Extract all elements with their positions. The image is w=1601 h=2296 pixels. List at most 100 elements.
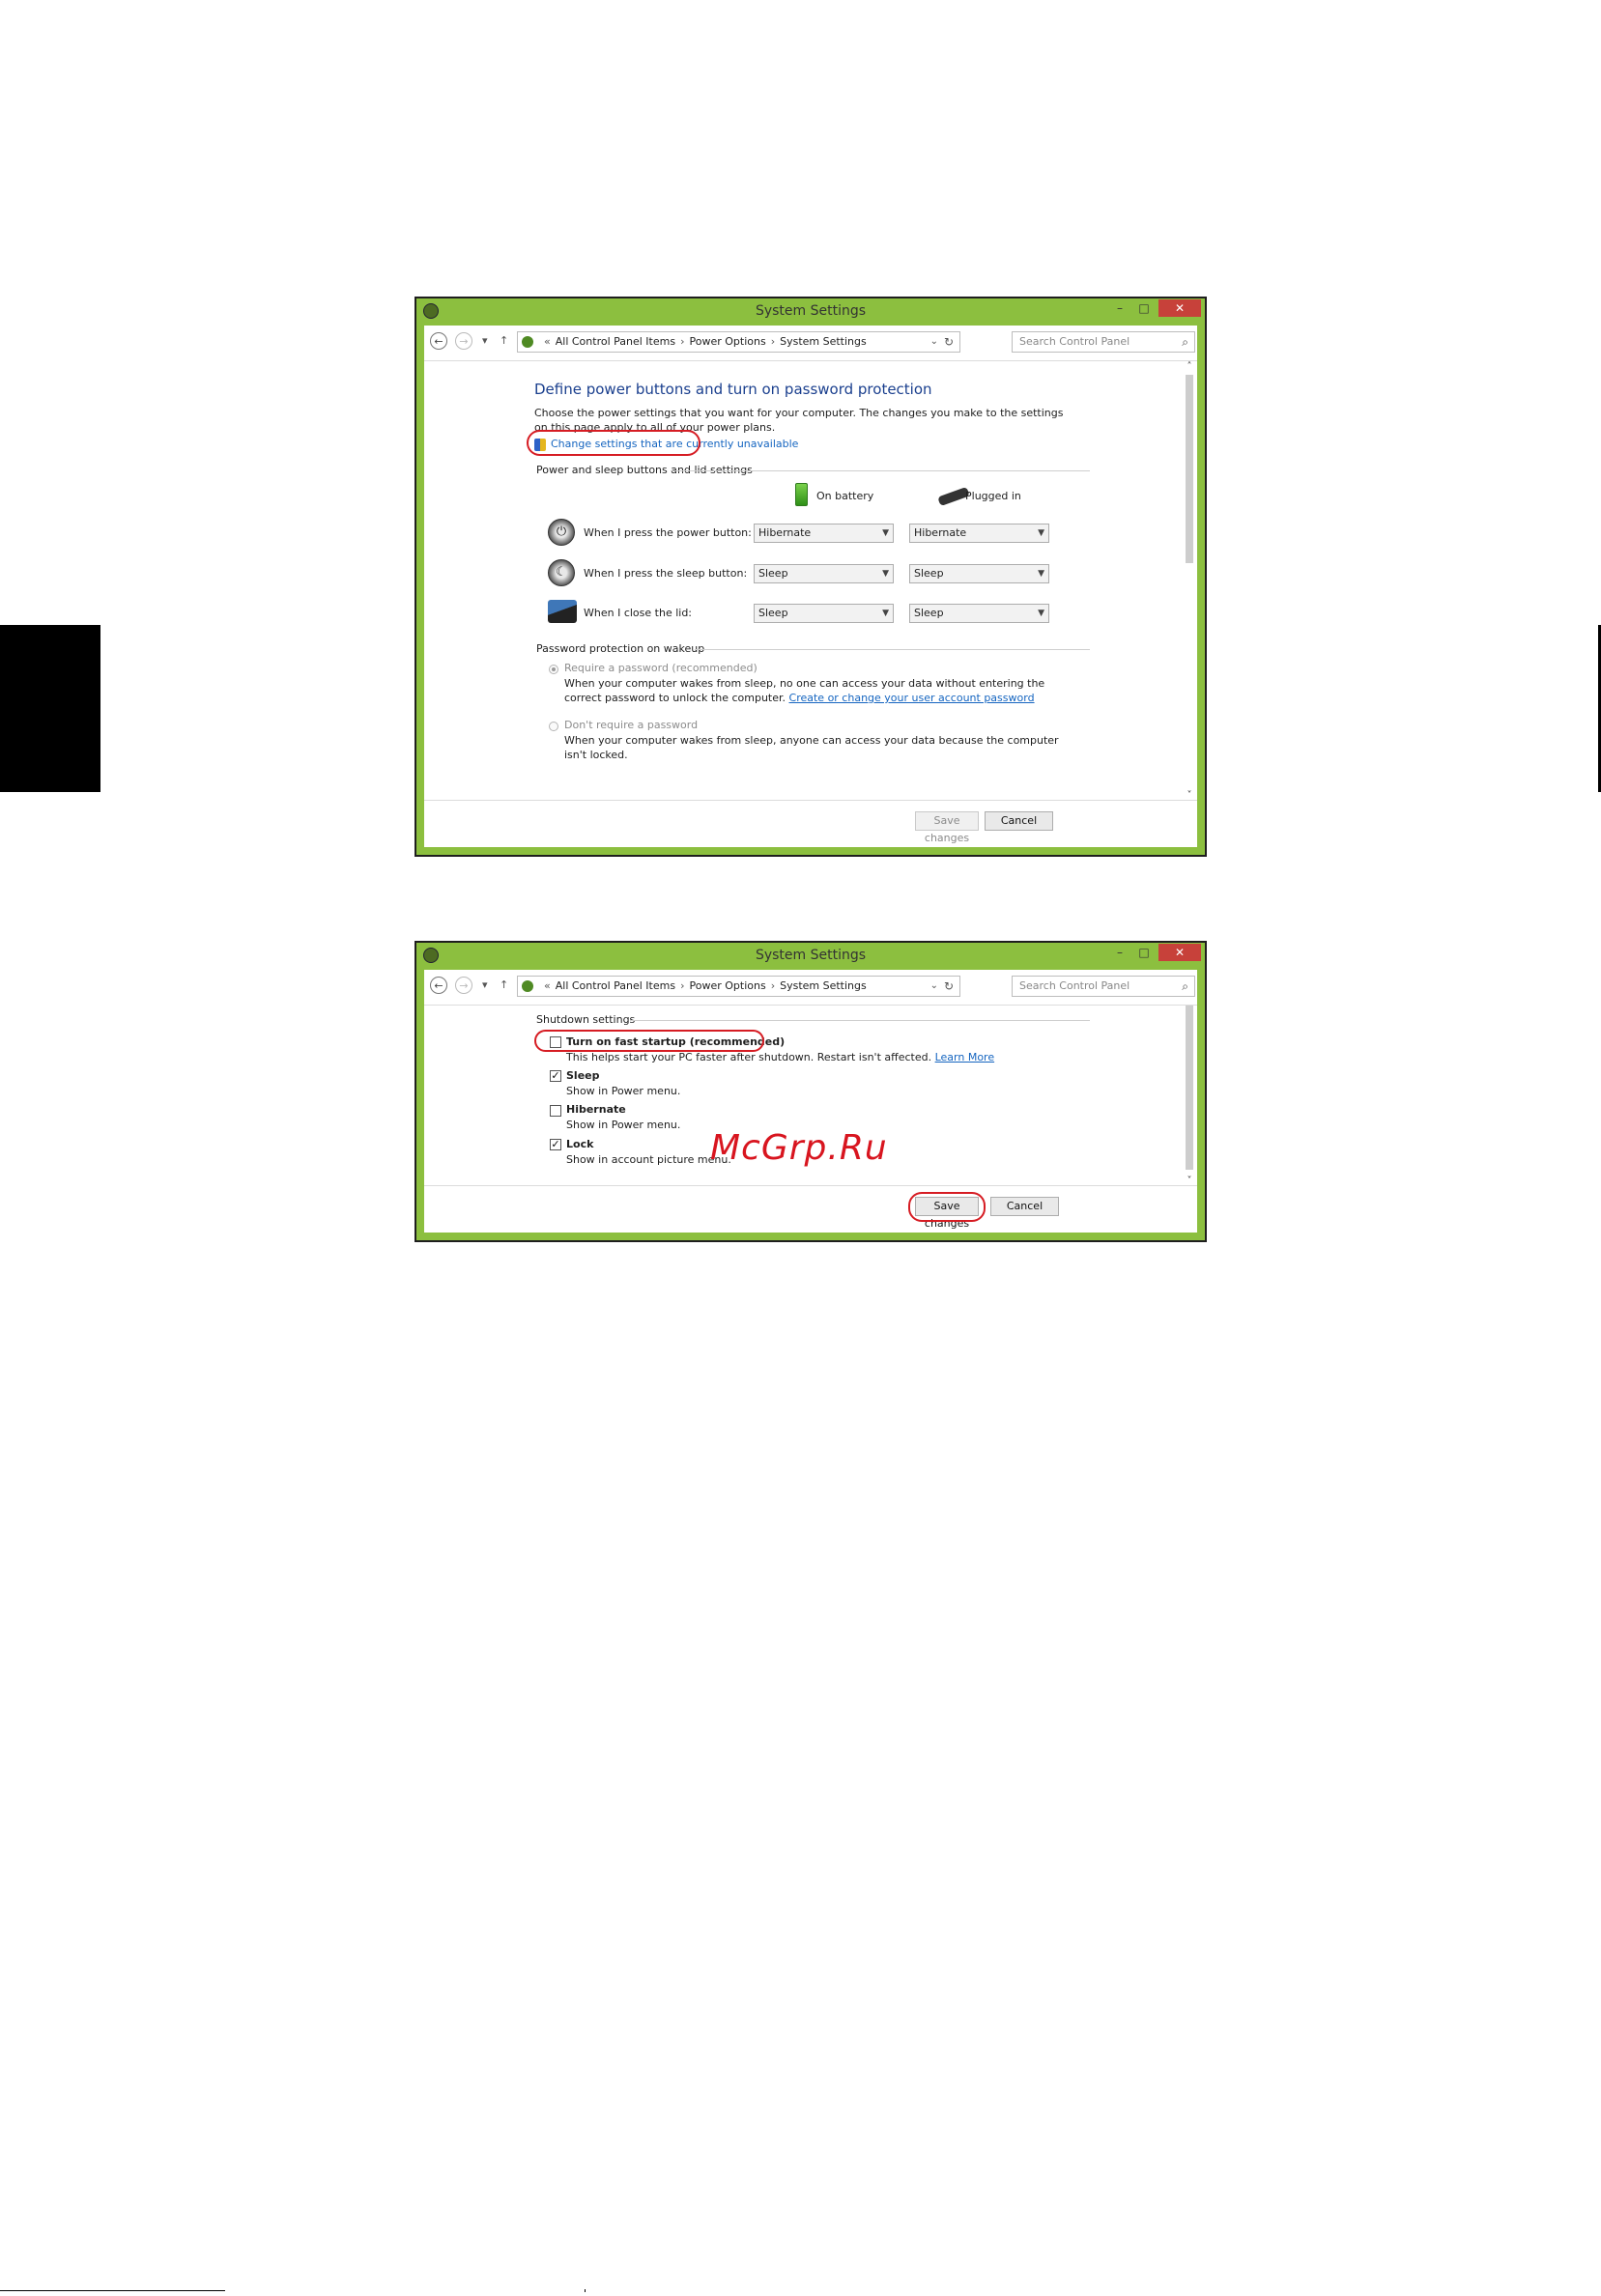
address-dropdown-icon[interactable]: ⌄: [930, 977, 938, 996]
close-lid-plugged-select[interactable]: Sleep ▼: [909, 604, 1049, 623]
sleep-button-plugged-select[interactable]: Sleep ▼: [909, 564, 1049, 583]
breadcrumb-power-options[interactable]: Power Options: [689, 979, 765, 992]
sleep-button-battery-select[interactable]: Sleep ▼: [754, 564, 894, 583]
address-bar: ← → ▾ ↑ «All Control Panel Items › Power O…: [424, 970, 1197, 1005]
system-settings-window-2: System Settings – □ ✕ ← → ▾ ↑ «All Contr…: [415, 941, 1207, 1242]
no-password-radio[interactable]: [549, 722, 558, 731]
search-icon[interactable]: ⌕: [1182, 977, 1188, 996]
breadcrumb-separator-icon[interactable]: ›: [675, 335, 689, 348]
refresh-icon[interactable]: ↻: [944, 332, 954, 352]
power-button-icon: ⏻: [548, 519, 575, 546]
overflow-chevron-icon[interactable]: «: [539, 335, 556, 348]
highlight-annotation: [908, 1192, 986, 1222]
forward-button[interactable]: →: [455, 977, 472, 994]
chevron-down-icon: ▼: [882, 528, 889, 538]
require-password-label: Require a password (recommended): [564, 662, 758, 674]
scrollbar-thumb[interactable]: [1186, 1006, 1193, 1170]
breadcrumb-system-settings[interactable]: System Settings: [780, 979, 867, 992]
up-button[interactable]: ↑: [500, 978, 508, 991]
breadcrumb-separator-icon[interactable]: ›: [766, 335, 780, 348]
highlight-annotation: [534, 1030, 764, 1052]
cancel-button[interactable]: Cancel: [985, 811, 1053, 831]
recent-locations-icon[interactable]: ▾: [482, 978, 488, 991]
chevron-down-icon: ▼: [1038, 569, 1044, 579]
power-button-plugged-select[interactable]: Hibernate ▼: [909, 524, 1049, 543]
breadcrumb-separator-icon[interactable]: ›: [766, 979, 780, 992]
control-panel-icon: [522, 336, 533, 348]
minimize-button[interactable]: –: [1108, 299, 1131, 317]
chevron-down-icon: ▼: [882, 569, 889, 579]
page-edge-tab-left: [0, 625, 100, 792]
power-button-battery-select[interactable]: Hibernate ▼: [754, 524, 894, 543]
fast-startup-description: This helps start your PC faster after sh…: [566, 1050, 994, 1064]
learn-more-link[interactable]: Learn More: [935, 1051, 995, 1063]
vertical-scrollbar[interactable]: ˄ ˅: [1184, 361, 1195, 801]
section-shutdown: Shutdown settings: [536, 1013, 636, 1026]
save-changes-button[interactable]: Save changes: [915, 811, 979, 844]
lock-label: Lock: [566, 1138, 594, 1150]
page-title: Define power buttons and turn on passwor…: [534, 381, 932, 398]
search-placeholder: Search Control Panel: [1019, 335, 1130, 348]
section-password: Password protection on wakeup: [536, 642, 705, 655]
title-bar: System Settings – □ ✕: [416, 298, 1205, 326]
search-icon[interactable]: ⌕: [1182, 332, 1188, 352]
fast-startup-text: This helps start your PC faster after sh…: [566, 1051, 932, 1063]
minimize-button[interactable]: –: [1108, 944, 1131, 961]
lock-checkbox[interactable]: ✓: [550, 1139, 561, 1150]
chevron-down-icon: ▼: [1038, 609, 1044, 618]
sleep-label: Sleep: [566, 1069, 600, 1082]
sleep-description: Show in Power menu.: [566, 1085, 681, 1097]
recent-locations-icon[interactable]: ▾: [482, 334, 488, 347]
overflow-chevron-icon[interactable]: «: [539, 979, 556, 992]
breadcrumb-all-items[interactable]: All Control Panel Items: [556, 335, 675, 348]
section-divider: [671, 470, 1090, 471]
sleep-button-label: When I press the sleep button:: [584, 567, 748, 580]
search-placeholder: Search Control Panel: [1019, 979, 1130, 992]
laptop-lid-icon: [548, 600, 577, 623]
refresh-icon[interactable]: ↻: [944, 977, 954, 996]
address-field[interactable]: «All Control Panel Items › Power Options › S…: [517, 331, 960, 353]
vertical-scrollbar[interactable]: ˄ ˅: [1184, 1006, 1195, 1186]
no-password-label: Don't require a password: [564, 719, 699, 731]
search-input[interactable]: Search Control Panel ⌕: [1012, 331, 1195, 353]
require-password-radio[interactable]: [549, 665, 558, 674]
up-button[interactable]: ↑: [500, 334, 508, 347]
button-bar: Save changes Cancel: [424, 800, 1197, 847]
breadcrumb-system-settings[interactable]: System Settings: [780, 335, 867, 348]
address-field[interactable]: «All Control Panel Items › Power Options › S…: [517, 976, 960, 997]
close-lid-battery-select[interactable]: Sleep ▼: [754, 604, 894, 623]
button-bar: Save changes Cancel: [424, 1185, 1197, 1233]
back-button[interactable]: ←: [430, 977, 447, 994]
highlight-annotation: [527, 430, 700, 456]
maximize-button[interactable]: □: [1132, 944, 1156, 961]
scrollbar-thumb[interactable]: [1186, 375, 1193, 563]
change-password-link[interactable]: Create or change your user account passw…: [789, 692, 1035, 704]
hibernate-description: Show in Power menu.: [566, 1119, 681, 1131]
section-divider: [695, 649, 1090, 650]
select-value: Hibernate: [758, 526, 812, 539]
select-value: Hibernate: [914, 526, 967, 539]
select-value: Sleep: [914, 607, 944, 619]
section-divider: [630, 1020, 1090, 1021]
address-dropdown-icon[interactable]: ⌄: [930, 332, 938, 352]
back-button[interactable]: ←: [430, 332, 447, 350]
content-pane: Define power buttons and turn on passwor…: [424, 360, 1197, 847]
forward-button[interactable]: →: [455, 332, 472, 350]
breadcrumb-power-options[interactable]: Power Options: [689, 335, 765, 348]
cancel-button[interactable]: Cancel: [990, 1197, 1059, 1216]
breadcrumb-separator-icon[interactable]: ›: [675, 979, 689, 992]
title-bar: System Settings – □ ✕: [416, 943, 1205, 970]
scroll-up-icon[interactable]: ˄: [1184, 361, 1195, 372]
column-on-battery: On battery: [816, 490, 874, 502]
select-value: Sleep: [914, 567, 944, 580]
footer-rule: [0, 2290, 225, 2291]
breadcrumb-all-items[interactable]: All Control Panel Items: [556, 979, 675, 992]
maximize-button[interactable]: □: [1132, 299, 1156, 317]
hibernate-checkbox[interactable]: [550, 1105, 561, 1117]
content-pane: Shutdown settings Turn on fast startup (…: [424, 1005, 1197, 1233]
close-button[interactable]: ✕: [1158, 944, 1201, 961]
sleep-checkbox[interactable]: ✓: [550, 1070, 561, 1082]
window-title: System Settings: [755, 948, 867, 963]
search-input[interactable]: Search Control Panel ⌕: [1012, 976, 1195, 997]
close-button[interactable]: ✕: [1158, 299, 1201, 317]
